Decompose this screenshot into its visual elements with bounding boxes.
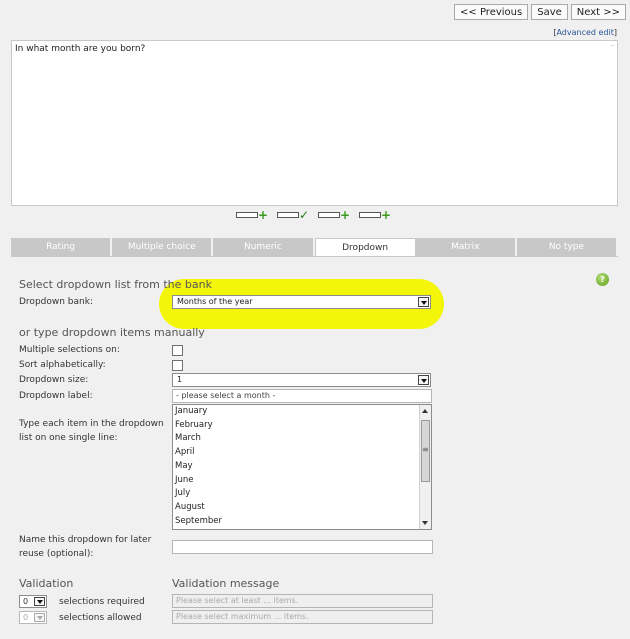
list-item: May xyxy=(175,460,193,471)
question-toolbar: + ✓ + + xyxy=(236,209,393,221)
help-icon[interactable]: ? xyxy=(596,273,609,286)
list-item: September xyxy=(175,515,222,526)
selections-allowed-value: 0 xyxy=(23,613,29,622)
multiple-selections-checkbox[interactable] xyxy=(172,345,183,356)
tab-matrix[interactable]: Matrix xyxy=(415,238,517,257)
manual-heading: or type dropdown items manually xyxy=(19,326,205,339)
add-column-icon[interactable]: + xyxy=(318,209,352,221)
dropdown-size-label: Dropdown size: xyxy=(19,375,89,385)
list-item: March xyxy=(175,433,201,444)
dropdown-panel: Select dropdown list from the bank ? Dro… xyxy=(11,256,618,639)
add-row-icon[interactable]: + xyxy=(236,209,270,221)
edit-row-icon[interactable]: ✓ xyxy=(277,209,311,221)
selections-required-value: 0 xyxy=(23,597,29,606)
advanced-edit-link[interactable]: Advanced edit xyxy=(556,28,613,37)
chevron-down-icon[interactable] xyxy=(34,613,45,622)
tab-rating[interactable]: Rating xyxy=(11,238,113,257)
selections-allowed-select[interactable]: 0 xyxy=(19,611,47,624)
list-item: July xyxy=(175,488,191,499)
list-item: January xyxy=(175,406,208,416)
tab-multiple-choice[interactable]: Multiple choice xyxy=(112,238,214,257)
selections-required-label: selections required xyxy=(59,597,145,607)
allowed-message-input[interactable]: Please select maximum ... items. xyxy=(172,610,433,624)
add-table-icon[interactable]: + xyxy=(359,209,393,221)
resize-grip-icon[interactable]: ··· xyxy=(610,42,615,50)
items-label-line1: Type each item in the dropdown xyxy=(19,419,164,429)
sort-alphabetically-checkbox[interactable] xyxy=(172,360,183,371)
save-button[interactable]: Save xyxy=(531,4,568,20)
validation-message-heading: Validation message xyxy=(172,577,280,590)
name-label-line2: reuse (optional): xyxy=(19,549,94,559)
wizard-navigation: << Previous Save Next >> xyxy=(454,4,626,20)
scroll-up-icon[interactable] xyxy=(422,409,428,413)
list-item: February xyxy=(175,419,213,430)
previous-button[interactable]: << Previous xyxy=(454,4,529,20)
chevron-down-icon[interactable] xyxy=(418,297,429,307)
tab-numeric[interactable]: Numeric xyxy=(213,238,315,257)
dropdown-size-select[interactable]: 1 xyxy=(172,373,431,387)
list-item: August xyxy=(175,501,205,512)
question-textarea[interactable]: In what month are you born? ··· xyxy=(11,40,618,206)
dropdown-size-value: 1 xyxy=(177,375,183,384)
dropdown-bank-value: Months of the year xyxy=(177,297,253,306)
dropdown-label-label: Dropdown label: xyxy=(19,391,93,401)
validation-heading: Validation xyxy=(19,577,74,590)
dropdown-items-textarea[interactable]: January February March April May June Ju… xyxy=(172,404,432,530)
list-item: April xyxy=(175,447,195,458)
bank-heading: Select dropdown list from the bank xyxy=(19,278,212,291)
name-label-line1: Name this dropdown for later xyxy=(19,535,152,545)
tab-dropdown[interactable]: Dropdown xyxy=(314,238,416,257)
question-type-tabs: Rating Multiple choice Numeric Dropdown … xyxy=(11,238,619,257)
question-text: In what month are you born? xyxy=(15,44,146,54)
scroll-down-icon[interactable] xyxy=(422,521,428,525)
selections-required-select[interactable]: 0 xyxy=(19,595,47,608)
dropdown-name-input[interactable] xyxy=(172,540,433,554)
items-label-line2: list on one single line: xyxy=(19,433,118,443)
dropdown-bank-label: Dropdown bank: xyxy=(19,297,93,307)
selections-allowed-label: selections allowed xyxy=(59,613,142,623)
required-message-input[interactable]: Please select at least ... items. xyxy=(172,594,433,608)
scrollbar[interactable] xyxy=(419,405,431,529)
chevron-down-icon[interactable] xyxy=(34,597,45,606)
list-item: June xyxy=(175,474,194,485)
next-button[interactable]: Next >> xyxy=(570,4,626,20)
tab-no-type[interactable]: No type xyxy=(516,238,619,257)
advanced-edit: [Advanced edit] xyxy=(553,28,617,37)
sort-alphabetically-label: Sort alphabetically: xyxy=(19,360,106,370)
multiple-selections-label: Multiple selections on: xyxy=(19,345,120,355)
chevron-down-icon[interactable] xyxy=(418,375,429,385)
dropdown-bank-select[interactable]: Months of the year xyxy=(172,295,431,309)
dropdown-label-input[interactable]: - please select a month - xyxy=(172,389,432,403)
scroll-thumb[interactable] xyxy=(421,420,430,482)
